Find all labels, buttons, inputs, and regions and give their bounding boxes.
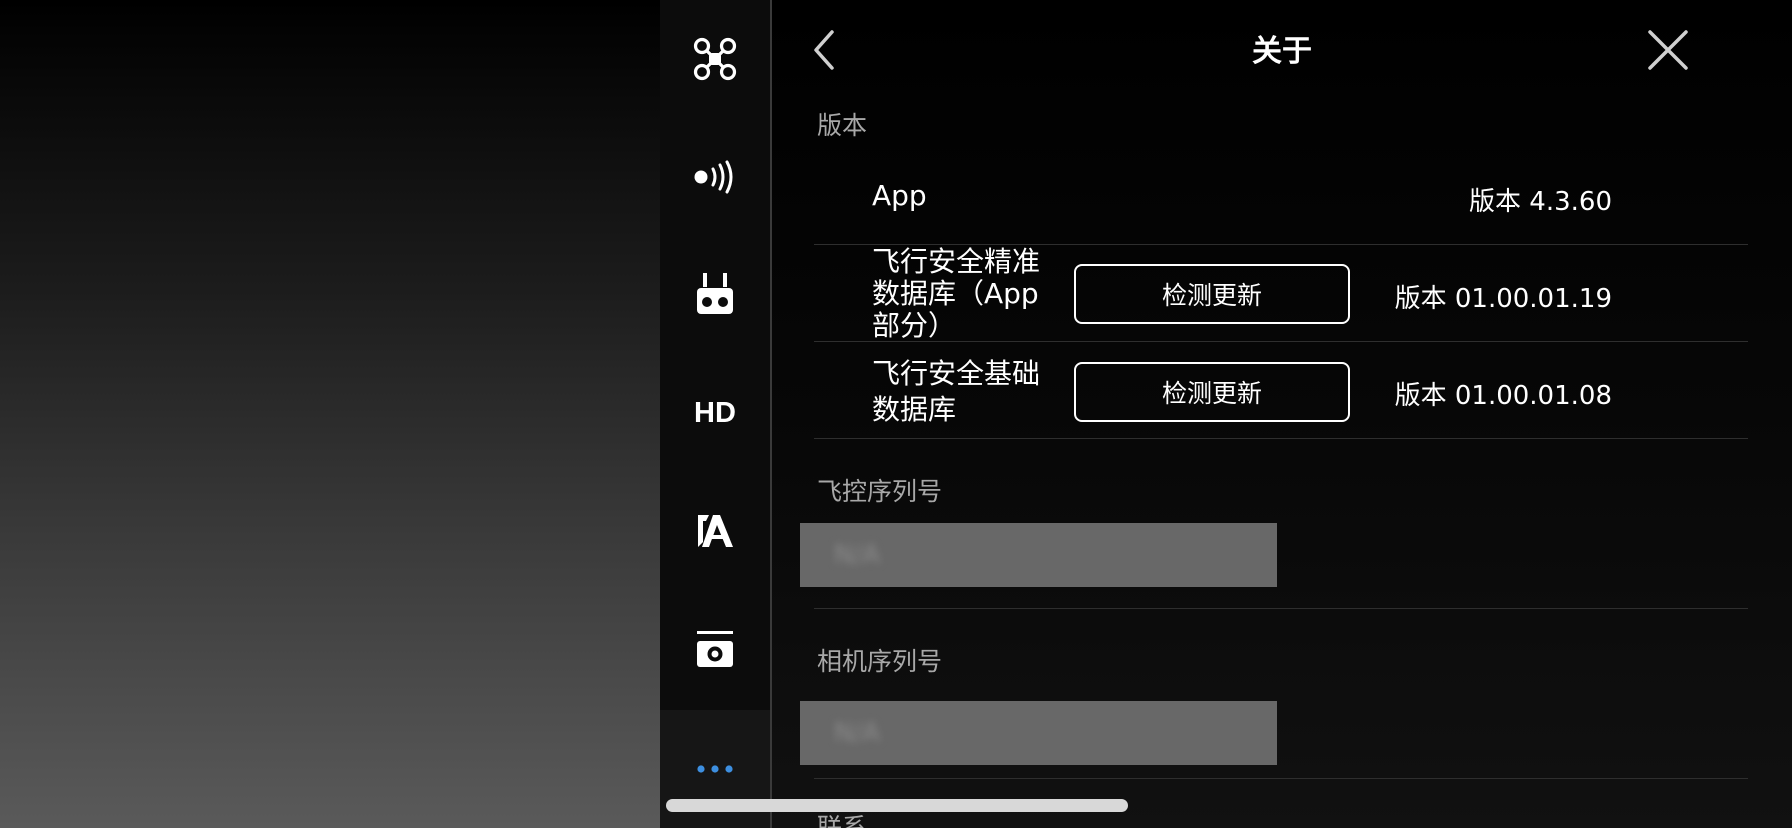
hd-label: HD	[694, 396, 736, 429]
battery-icon	[695, 511, 735, 551]
precise-db-name-line3: 部分）	[872, 309, 957, 342]
close-icon	[1646, 30, 1690, 76]
precise-db-version: 版本 01.00.01.19	[1394, 284, 1612, 314]
fc-serial-value: N/A	[834, 540, 880, 570]
page-title: 关于	[1252, 34, 1312, 69]
rail-item-gimbal-camera[interactable]	[660, 590, 770, 708]
about-panel: 关于 版本 App 版本 4.3.60 飞行安全精准 数据库（App 部分） 检…	[772, 0, 1792, 828]
divider	[814, 341, 1748, 342]
gimbal-icon	[695, 629, 735, 669]
app-name: App	[872, 179, 927, 212]
basic-db-name-line2: 数据库	[872, 393, 957, 426]
precise-db-check-update-button[interactable]: 检测更新	[1074, 264, 1350, 324]
divider	[814, 608, 1748, 609]
precise-db-name-line1: 飞行安全精准	[872, 245, 1041, 278]
rail-item-battery[interactable]	[660, 472, 770, 590]
basic-db-name: 飞行安全基础 数据库	[872, 356, 1040, 428]
signal-icon	[692, 160, 738, 194]
section-label-camera-serial: 相机序列号	[817, 647, 943, 676]
section-label-fc-serial: 飞控序列号	[817, 477, 943, 506]
home-indicator[interactable]	[666, 799, 1128, 812]
section-label-version: 版本	[817, 111, 868, 140]
rail-item-remote-controller[interactable]	[660, 236, 770, 354]
divider	[814, 438, 1748, 439]
rail-item-aircraft[interactable]	[660, 0, 770, 118]
fc-serial-field: N/A	[800, 523, 1277, 587]
more-icon	[695, 763, 735, 775]
divider	[814, 778, 1748, 779]
close-button[interactable]	[1646, 28, 1690, 72]
camera-serial-value: N/A	[834, 718, 880, 748]
remote-controller-icon	[695, 273, 735, 317]
rail-item-signal[interactable]	[660, 118, 770, 236]
basic-db-version: 版本 01.00.01.08	[1394, 381, 1612, 411]
rail-item-hd[interactable]: HD	[660, 354, 770, 472]
precise-db-name: 飞行安全精准 数据库（App 部分）	[872, 246, 1040, 342]
app-version: 版本 4.3.60	[1469, 187, 1612, 217]
map-backdrop	[0, 0, 660, 828]
camera-serial-field: N/A	[800, 701, 1277, 765]
basic-db-check-update-button[interactable]: 检测更新	[1074, 362, 1350, 422]
drone-icon	[693, 37, 737, 81]
precise-db-name-line2: 数据库（App	[872, 277, 1039, 310]
basic-db-name-line1: 飞行安全基础	[872, 357, 1041, 390]
settings-rail: HD	[660, 0, 770, 828]
